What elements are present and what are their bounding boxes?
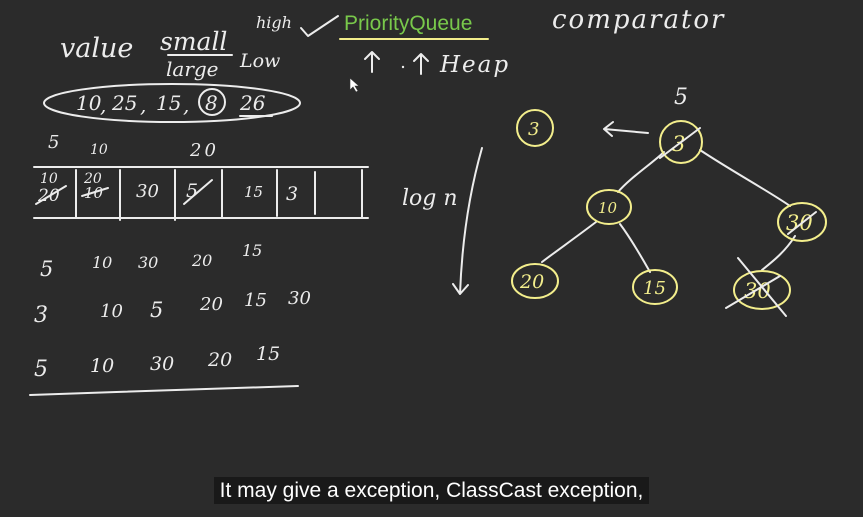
cell-4: 5 — [186, 180, 198, 202]
row-3-item-3: 30 — [150, 353, 174, 375]
row-3-item-1: 5 — [34, 357, 48, 382]
row-3-underline — [29, 385, 299, 396]
word-heap: Heap — [439, 52, 510, 78]
row-2-item-5: 15 — [244, 290, 267, 311]
tree-node-ll-value: 20 — [519, 271, 544, 293]
seq-comma-1: , — [100, 93, 106, 117]
tree-detached-value: 3 — [528, 119, 539, 140]
word-low: Low — [239, 50, 280, 72]
seq-15: 15 — [156, 91, 181, 115]
word-value: value — [60, 33, 133, 64]
word-large: large — [166, 57, 219, 81]
tree-top-label: 5 — [674, 85, 688, 110]
array-dividers — [75, 169, 363, 221]
seq-10: 10 — [76, 91, 102, 115]
row-2-item-1: 3 — [34, 303, 48, 328]
row-1-item-1: 5 — [40, 257, 53, 281]
tree-node-lr-value: 15 — [643, 278, 666, 299]
row-3-item-4: 20 — [207, 349, 232, 371]
priority-queue-label: PriorityQueue — [344, 12, 472, 35]
tree-left-arrow — [603, 121, 649, 137]
seq-25: 25 — [111, 91, 137, 115]
log-n-label: log n — [402, 186, 458, 211]
tree-node-left-value: 10 — [598, 199, 618, 217]
array-header-5: 5 — [48, 132, 59, 153]
seq-comma-3: , — [183, 93, 189, 117]
array-header-10: 10 — [90, 142, 108, 158]
row-2-item-2: 10 — [100, 301, 123, 322]
mouse-cursor-icon — [349, 77, 360, 93]
whiteboard-canvas: value small high PriorityQueue comparato… — [29, 5, 827, 396]
tree-edges — [541, 149, 796, 273]
video-caption: It may give a exception, ClassCast excep… — [0, 477, 863, 504]
up-arrow-1 — [364, 51, 380, 73]
row-1-item-4: 20 — [191, 251, 212, 270]
word-comparator: comparator — [552, 5, 725, 35]
cell-6: 3 — [286, 183, 298, 205]
cell-5: 15 — [244, 183, 263, 201]
row-2-item-6: 30 — [288, 288, 311, 309]
seq-comma-2: , — [140, 93, 146, 117]
row-2-item-4: 20 — [199, 294, 223, 315]
array-header-20: 20 — [189, 140, 219, 161]
log-n-arrow — [452, 147, 483, 295]
row-3-item-2: 10 — [90, 355, 114, 377]
word-high: high — [256, 13, 292, 32]
up-arrow-2 — [413, 53, 429, 75]
word-small: small — [160, 27, 227, 56]
row-1-item-3: 30 — [138, 253, 158, 272]
dot — [401, 65, 405, 69]
row-1-item-5: 15 — [242, 241, 262, 260]
cell-3: 30 — [136, 181, 159, 202]
caption-text: It may give a exception, ClassCast excep… — [213, 477, 650, 504]
row-1-item-2: 10 — [92, 253, 112, 272]
row-3-item-5: 15 — [256, 343, 280, 365]
cell-1-top: 10 — [40, 171, 58, 187]
seq-26: 26 — [239, 91, 266, 115]
row-2-item-3: 5 — [150, 298, 163, 322]
check-mark — [300, 15, 339, 37]
seq-8: 8 — [205, 91, 218, 115]
